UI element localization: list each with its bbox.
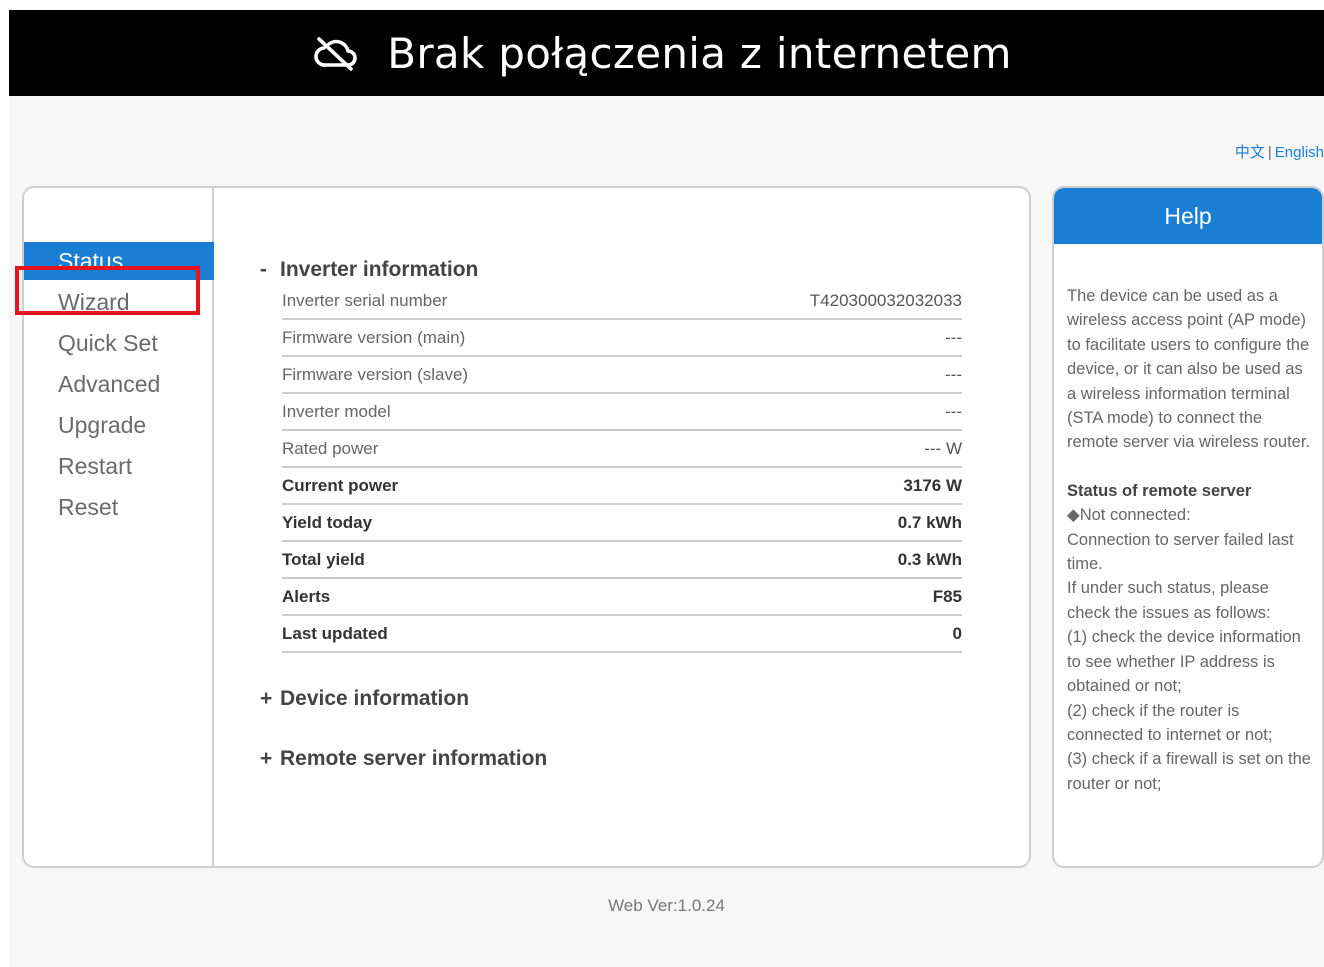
table-row: Total yield 0.3 kWh bbox=[282, 542, 962, 579]
row-label: Rated power bbox=[282, 438, 379, 458]
remote-server-info-header[interactable]: + Remote server information bbox=[260, 747, 547, 771]
row-label: Current power bbox=[282, 475, 399, 495]
help-panel: Help The device can be used as a wireles… bbox=[1052, 186, 1324, 868]
row-label: Inverter serial number bbox=[282, 290, 448, 310]
row-label: Last updated bbox=[282, 623, 388, 643]
web-version: Web Ver:1.0.24 bbox=[608, 896, 725, 915]
table-row: Firmware version (slave) --- bbox=[282, 357, 962, 394]
offline-banner-text: Brak połączenia z internetem bbox=[387, 28, 1012, 78]
inverter-info-header[interactable]: - Inverter information bbox=[260, 258, 478, 282]
cloud-off-icon bbox=[314, 37, 358, 71]
row-label: Inverter model bbox=[282, 401, 391, 421]
table-row: Alerts F85 bbox=[282, 579, 962, 616]
table-row: Rated power --- W bbox=[282, 431, 962, 468]
lang-chinese-link[interactable]: 中文 bbox=[1235, 144, 1265, 161]
nav-item-quick-set[interactable]: Quick Set bbox=[24, 324, 214, 362]
remote-server-info-title: Remote server information bbox=[280, 747, 548, 770]
row-value: --- bbox=[945, 327, 962, 347]
offline-banner: Brak połączenia z internetem bbox=[9, 10, 1324, 96]
nav-item-upgrade[interactable]: Upgrade bbox=[24, 406, 214, 444]
nav-item-reset[interactable]: Reset bbox=[24, 488, 214, 526]
help-title: Help bbox=[1054, 188, 1322, 244]
inverter-info-table: Inverter serial number T420300032032033 … bbox=[282, 283, 962, 653]
table-row: Yield today 0.7 kWh bbox=[282, 505, 962, 542]
wizard-highlight-box bbox=[15, 266, 200, 315]
table-row: Current power 3176 W bbox=[282, 468, 962, 505]
nav-item-restart[interactable]: Restart bbox=[24, 447, 214, 485]
help-line: (1) check the device information to see … bbox=[1067, 628, 1301, 696]
row-value: 0.7 kWh bbox=[897, 512, 962, 532]
row-label: Alerts bbox=[282, 586, 331, 606]
table-row: Inverter serial number T420300032032033 bbox=[282, 283, 962, 320]
row-value: T420300032032033 bbox=[809, 290, 962, 310]
help-line: ◆Not connected: bbox=[1067, 506, 1191, 525]
row-value: 3176 W bbox=[903, 475, 962, 495]
lang-english-link[interactable]: English bbox=[1275, 144, 1324, 161]
help-line: (2) check if the router is connected to … bbox=[1067, 701, 1273, 744]
help-line: Connection to server failed last time. bbox=[1067, 530, 1294, 574]
lang-separator: | bbox=[1267, 144, 1272, 161]
row-value: --- W bbox=[924, 438, 962, 458]
table-row: Firmware version (main) --- bbox=[282, 320, 962, 357]
help-status-heading: Status of remote server bbox=[1067, 481, 1252, 500]
expand-toggle: + bbox=[260, 747, 273, 770]
page: Brak połączenia z internetem 中文 | English … bbox=[9, 10, 1324, 967]
status-content: - Inverter information Inverter serial nu… bbox=[260, 188, 1000, 866]
device-info-title: Device information bbox=[280, 687, 470, 710]
table-row: Last updated 0 bbox=[282, 616, 962, 653]
nav-item-advanced[interactable]: Advanced bbox=[24, 365, 214, 403]
expand-toggle: + bbox=[260, 687, 273, 710]
row-label: Firmware version (slave) bbox=[282, 364, 469, 384]
row-value: F85 bbox=[932, 586, 962, 606]
help-line: (3) check if a firewall is set on the ro… bbox=[1067, 750, 1311, 793]
row-value: 0.3 kWh bbox=[897, 549, 962, 569]
row-label: Yield today bbox=[282, 512, 373, 532]
row-value: --- bbox=[945, 401, 962, 421]
help-intro: The device can be used as a wireless acc… bbox=[1067, 287, 1310, 452]
row-label: Firmware version (main) bbox=[282, 327, 466, 347]
device-info-header[interactable]: + Device information bbox=[260, 687, 469, 711]
row-value: --- bbox=[945, 364, 962, 384]
language-switcher: 中文 | English bbox=[1235, 141, 1324, 162]
table-row: Inverter model --- bbox=[282, 394, 962, 431]
row-label: Total yield bbox=[282, 549, 365, 569]
help-line: If under such status, please check the i… bbox=[1067, 579, 1271, 622]
collapse-toggle: - bbox=[260, 258, 267, 281]
help-body: The device can be used as a wireless acc… bbox=[1054, 244, 1322, 796]
row-value: 0 bbox=[952, 623, 962, 643]
inverter-info-title: Inverter information bbox=[280, 258, 479, 281]
